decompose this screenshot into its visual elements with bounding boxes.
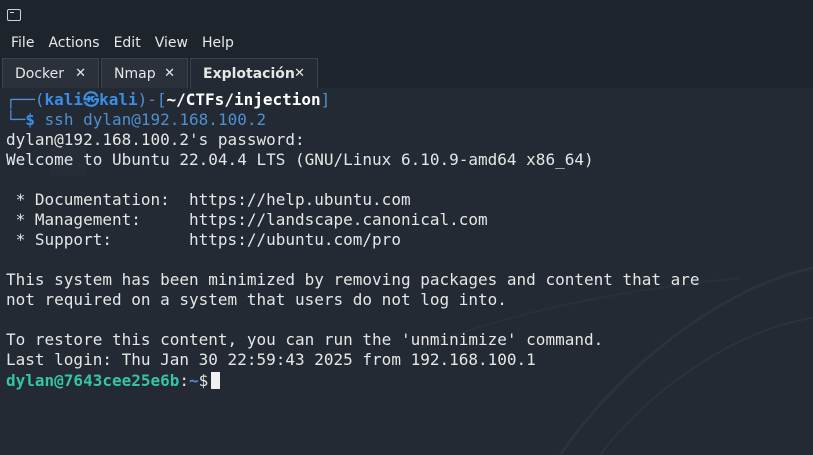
terminal-area[interactable]: ┌──(kali㉿kali)-[~/CTFs/injection] └─$ ss… bbox=[0, 88, 813, 455]
remote-dollar: $ bbox=[198, 371, 209, 390]
output-line: To restore this content, you can run the… bbox=[6, 330, 604, 349]
window-titlebar bbox=[0, 0, 813, 31]
tab-label: Explotación bbox=[203, 65, 295, 82]
prompt-frame: ┌──( bbox=[6, 90, 45, 109]
remote-userhost: dylan@7643cee25e6b bbox=[6, 371, 180, 390]
close-icon[interactable]: ✕ bbox=[75, 66, 86, 81]
output-line: dylan@192.168.100.2's password: bbox=[6, 130, 305, 149]
tab-bar: Docker ✕ Nmap ✕ Explotación ✕ bbox=[0, 55, 813, 88]
tab-nmap[interactable]: Nmap ✕ bbox=[101, 58, 188, 88]
prompt-line-2: └─$ ssh dylan@192.168.100.2 bbox=[6, 110, 266, 130]
output-line: not required on a system that users do n… bbox=[6, 290, 507, 309]
output-line: * Support: https://ubuntu.com/pro bbox=[6, 230, 401, 249]
remote-prompt-line: dylan@7643cee25e6b:~$ bbox=[6, 371, 221, 391]
prompt-host: kali bbox=[99, 90, 138, 109]
prompt-frame: ] bbox=[320, 90, 331, 109]
menu-help[interactable]: Help bbox=[202, 31, 234, 55]
close-icon[interactable]: ✕ bbox=[164, 66, 175, 81]
prompt-path: ~/CTFs/injection bbox=[166, 90, 321, 109]
output-line: Welcome to Ubuntu 22.04.4 LTS (GNU/Linux… bbox=[6, 150, 594, 169]
tab-docker[interactable]: Docker ✕ bbox=[2, 58, 99, 88]
tab-label: Nmap bbox=[114, 65, 156, 82]
menu-file[interactable]: File bbox=[11, 31, 34, 55]
remote-colon: : bbox=[179, 371, 190, 390]
tab-explotacion[interactable]: Explotación ✕ bbox=[190, 58, 318, 88]
output-line: Last login: Thu Jan 30 22:59:43 2025 fro… bbox=[6, 350, 536, 369]
command-text: ssh dylan@192.168.100.2 bbox=[44, 110, 267, 129]
output-line: This system has been minimized by removi… bbox=[6, 270, 700, 289]
prompt-user: kali bbox=[44, 90, 84, 109]
terminal-icon[interactable] bbox=[7, 9, 21, 21]
prompt-dollar: $ bbox=[25, 110, 35, 129]
output-line: * Management: https://landscape.canonica… bbox=[6, 210, 488, 229]
menu-bar: File Actions Edit View Help bbox=[0, 31, 813, 55]
menu-view[interactable]: View bbox=[155, 31, 188, 55]
remote-dir: ~ bbox=[189, 371, 199, 390]
output-line: * Documentation: https://help.ubuntu.com bbox=[6, 190, 411, 209]
prompt-at: ㉿ bbox=[83, 90, 100, 109]
prompt-line-1: ┌──(kali㉿kali)-[~/CTFs/injection] bbox=[6, 90, 330, 110]
tab-label: Docker bbox=[15, 65, 65, 82]
text-cursor bbox=[211, 372, 221, 389]
menu-edit[interactable]: Edit bbox=[114, 31, 141, 55]
close-icon[interactable]: ✕ bbox=[294, 66, 305, 81]
menu-actions[interactable]: Actions bbox=[48, 31, 99, 55]
prompt-frame: └─ bbox=[6, 110, 26, 129]
prompt-frame: )-[ bbox=[137, 90, 167, 109]
